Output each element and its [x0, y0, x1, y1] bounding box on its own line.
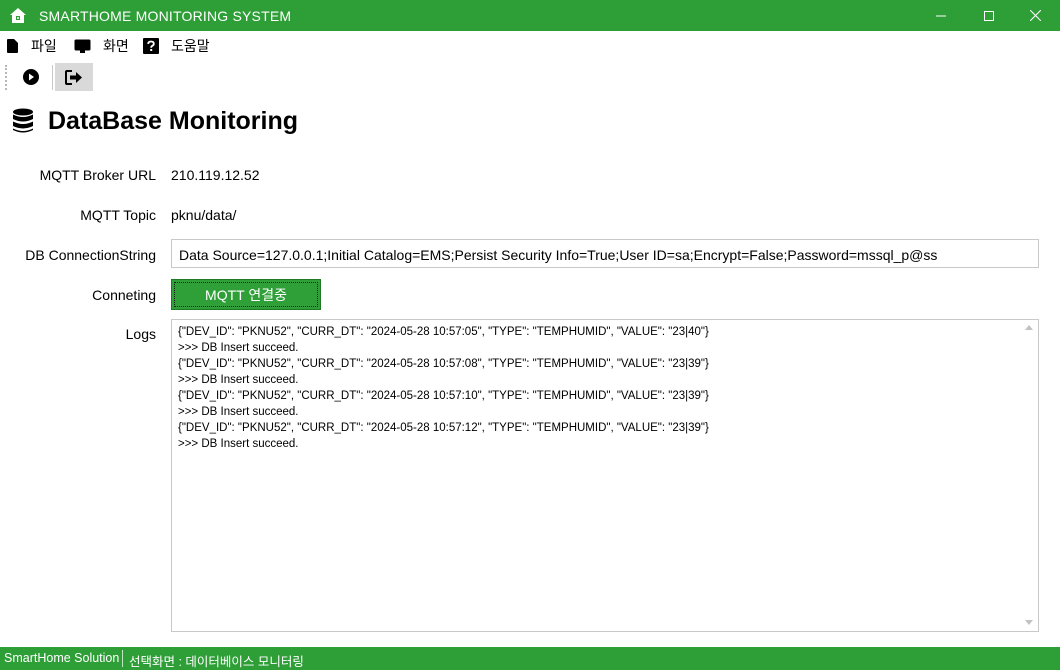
mqtt-connect-button-label: MQTT 연결중 — [205, 286, 287, 303]
log-line: {"DEV_ID": "PKNU52", "CURR_DT": "2024-05… — [178, 390, 709, 402]
exit-icon — [65, 69, 82, 85]
database-icon — [13, 108, 33, 133]
toolbar — [0, 61, 1060, 92]
smarthome-icon — [9, 7, 27, 24]
scroll-down-arrow[interactable] — [1025, 620, 1033, 625]
file-icon — [7, 39, 18, 53]
menu-file-label: 파일 — [31, 38, 57, 54]
close-button[interactable] — [1012, 0, 1058, 31]
page-title: DataBase Monitoring — [48, 106, 299, 135]
menu-view-label: 화면 — [103, 38, 129, 54]
logs-label: Logs — [125, 326, 156, 342]
mqtt-topic-label: MQTT Topic — [80, 207, 156, 223]
broker-url-label: MQTT Broker URL — [39, 167, 156, 183]
maximize-button[interactable] — [966, 0, 1012, 31]
title-bar: SMARTHOME MONITORING SYSTEM — [0, 0, 1060, 31]
menu-help[interactable]: 도움말 — [143, 36, 210, 56]
scroll-up-arrow[interactable] — [1025, 325, 1033, 330]
mqtt-topic-value: pknu/data/ — [171, 207, 237, 223]
mqtt-connect-button[interactable]: MQTT 연결중 — [171, 279, 321, 310]
log-line: >>> DB Insert succeed. — [178, 406, 299, 418]
menu-view[interactable]: 화면 — [74, 36, 129, 56]
log-line: {"DEV_ID": "PKNU52", "CURR_DT": "2024-05… — [178, 358, 709, 370]
log-line: >>> DB Insert succeed. — [178, 342, 299, 354]
status-separator — [122, 650, 123, 667]
monitor-icon — [74, 39, 91, 53]
log-line: {"DEV_ID": "PKNU52", "CURR_DT": "2024-05… — [178, 326, 709, 338]
play-circle-icon — [23, 69, 39, 85]
connecting-label: Conneting — [92, 287, 156, 303]
menu-bar: 파일 화면 도움말 — [0, 31, 1060, 59]
toolbar-grip[interactable] — [5, 65, 7, 90]
minimize-button[interactable] — [918, 0, 964, 31]
logs-textbox[interactable]: {"DEV_ID": "PKNU52", "CURR_DT": "2024-05… — [171, 319, 1039, 632]
start-button[interactable] — [12, 63, 50, 91]
connection-string-field[interactable]: Data Source=127.0.0.1;Initial Catalog=EM… — [171, 239, 1039, 268]
status-bar: SmartHome Solution 선택화면 : 데이터베이스 모니터링 — [0, 647, 1060, 670]
status-app-name: SmartHome Solution — [4, 651, 120, 665]
menu-file[interactable]: 파일 — [6, 36, 57, 56]
menu-help-label: 도움말 — [171, 38, 210, 54]
status-selected-screen: 선택화면 : 데이터베이스 모니터링 — [129, 655, 304, 669]
log-line: >>> DB Insert succeed. — [178, 438, 299, 450]
toolbar-separator — [52, 65, 53, 90]
broker-url-value: 210.119.12.52 — [171, 167, 260, 183]
connection-string-label: DB ConnectionString — [25, 247, 156, 263]
question-icon — [143, 38, 159, 54]
exit-button[interactable] — [55, 63, 93, 91]
page-header: DataBase Monitoring — [12, 106, 298, 136]
window-title: SMARTHOME MONITORING SYSTEM — [39, 8, 292, 24]
log-line: >>> DB Insert succeed. — [178, 374, 299, 386]
log-line: {"DEV_ID": "PKNU52", "CURR_DT": "2024-05… — [178, 422, 709, 434]
